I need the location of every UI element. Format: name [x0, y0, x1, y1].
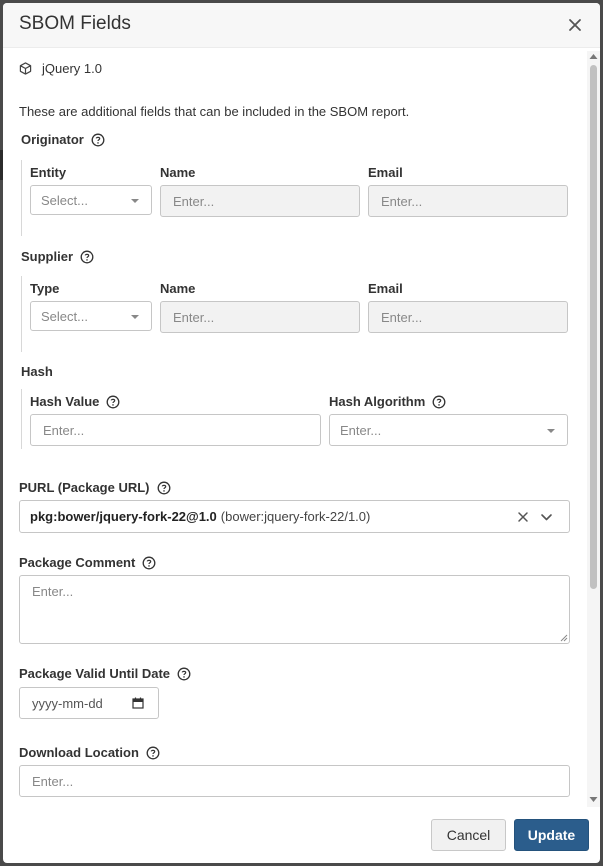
help-icon[interactable]: [432, 395, 446, 409]
supplier-type-label: Type: [30, 281, 60, 296]
valid-until-label: Package Valid Until Date: [19, 666, 191, 681]
originator-name-label: Name: [160, 165, 196, 180]
cancel-button[interactable]: Cancel: [431, 819, 506, 851]
package-comment-label: Package Comment: [19, 555, 156, 570]
modal-title: SBOM Fields: [19, 13, 131, 34]
supplier-email-placeholder: Enter...: [381, 309, 423, 325]
package-name: jQuery 1.0: [42, 61, 102, 76]
resize-handle-icon[interactable]: [560, 634, 568, 642]
caret-down-icon: [547, 429, 555, 433]
supplier-section-label: Supplier: [21, 249, 94, 264]
help-icon[interactable]: [91, 133, 105, 147]
hash-value-input[interactable]: Enter...: [30, 414, 321, 446]
supplier-type-select-value: Select...: [41, 308, 88, 324]
supplier-type-select[interactable]: Select...: [30, 301, 152, 331]
purl-label-text: PURL (Package URL): [19, 480, 150, 495]
help-icon[interactable]: [142, 556, 156, 570]
purl-select[interactable]: pkg:bower/jquery-fork-22@1.0 (bower:jque…: [19, 500, 570, 533]
supplier-name-input[interactable]: Enter...: [160, 301, 360, 333]
update-button[interactable]: Update: [514, 819, 589, 851]
package-comment-textarea[interactable]: Enter...: [19, 575, 570, 644]
help-icon[interactable]: [106, 395, 120, 409]
caret-down-icon: [131, 315, 139, 319]
chevron-down-icon[interactable]: [540, 511, 553, 523]
supplier-email-label: Email: [368, 281, 403, 296]
clear-icon[interactable]: [517, 511, 529, 523]
modal-header: SBOM Fields: [3, 3, 600, 48]
entity-select-value: Select...: [41, 192, 88, 208]
valid-until-date-input[interactable]: yyyy-mm-dd: [19, 687, 159, 719]
valid-until-placeholder: yyyy-mm-dd: [32, 695, 103, 711]
originator-label: Originator: [21, 132, 84, 147]
purl-value: pkg:bower/jquery-fork-22@1.0: [30, 509, 217, 524]
hash-algorithm-select[interactable]: Enter...: [329, 414, 568, 446]
sbom-fields-modal: SBOM Fields jQuery 1.0 These are additio…: [3, 3, 600, 863]
originator-email-input[interactable]: Enter...: [368, 185, 568, 217]
originator-name-placeholder: Enter...: [173, 193, 215, 209]
package-cube-icon: [19, 62, 32, 75]
supplier-name-placeholder: Enter...: [173, 309, 215, 325]
caret-down-icon: [131, 199, 139, 203]
section-divider-line: [21, 276, 22, 352]
download-location-input[interactable]: Enter...: [19, 765, 570, 797]
hash-algorithm-label-text: Hash Algorithm: [329, 394, 426, 409]
description-text: These are additional fields that can be …: [19, 104, 410, 119]
purl-value-detail: (bower:jquery-fork-22/1.0): [220, 509, 371, 524]
originator-email-label: Email: [368, 165, 403, 180]
section-divider-line: [21, 389, 22, 449]
download-location-label: Download Location: [19, 745, 160, 760]
scrollbar-thumb[interactable]: [590, 65, 597, 589]
supplier-name-label: Name: [160, 281, 196, 296]
supplier-label: Supplier: [21, 249, 74, 264]
entity-select[interactable]: Select...: [30, 185, 152, 215]
help-icon[interactable]: [80, 250, 94, 264]
hash-algorithm-label: Hash Algorithm: [329, 394, 446, 409]
help-icon[interactable]: [177, 667, 191, 681]
download-location-placeholder: Enter...: [32, 773, 74, 789]
originator-section-label: Originator: [21, 132, 105, 147]
help-icon[interactable]: [146, 746, 160, 760]
package-comment-label-text: Package Comment: [19, 555, 136, 570]
supplier-email-input[interactable]: Enter...: [368, 301, 568, 333]
hash-value-label-text: Hash Value: [30, 394, 100, 409]
entity-label: Entity: [30, 165, 67, 180]
section-divider-line: [21, 160, 22, 236]
help-icon[interactable]: [157, 481, 171, 495]
download-location-label-text: Download Location: [19, 745, 139, 760]
valid-until-label-text: Package Valid Until Date: [19, 666, 171, 681]
hash-label: Hash: [21, 364, 53, 379]
originator-email-placeholder: Enter...: [381, 193, 423, 209]
hash-value-label: Hash Value: [30, 394, 120, 409]
hash-value-placeholder: Enter...: [43, 422, 85, 438]
calendar-icon[interactable]: [132, 697, 144, 709]
hash-section-label: Hash: [21, 364, 53, 379]
originator-name-input[interactable]: Enter...: [160, 185, 360, 217]
package-line: jQuery 1.0: [19, 61, 102, 76]
hash-algorithm-select-value: Enter...: [340, 422, 382, 438]
scroll-up-arrow-icon[interactable]: [589, 53, 598, 60]
scroll-down-arrow-icon[interactable]: [589, 796, 598, 803]
close-icon[interactable]: [566, 16, 584, 34]
package-comment-placeholder: Enter...: [32, 584, 74, 599]
purl-label: PURL (Package URL): [19, 480, 171, 495]
